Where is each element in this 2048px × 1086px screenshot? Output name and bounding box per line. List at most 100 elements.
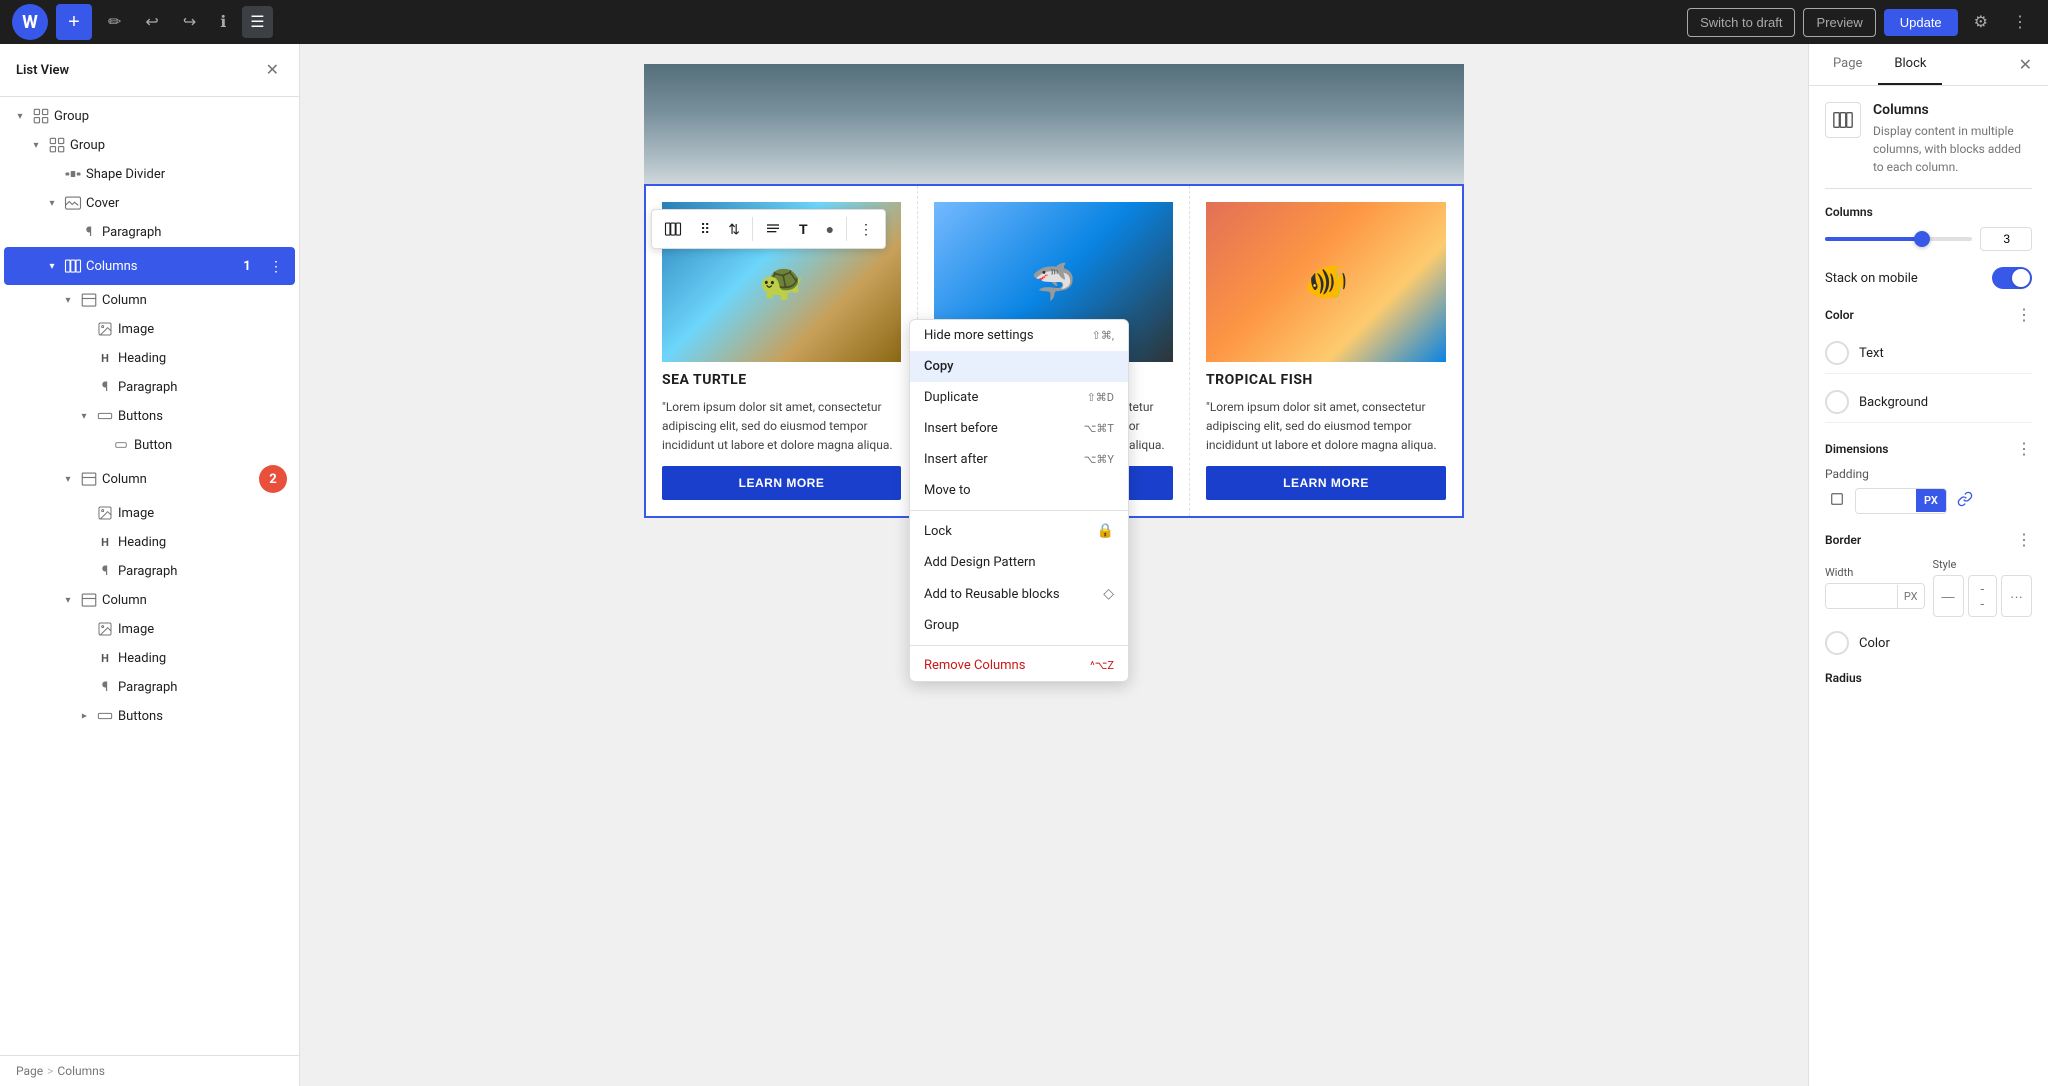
column-btn-3[interactable]: LEARN MORE — [1206, 466, 1446, 500]
chevron-icon[interactable]: ▾ — [60, 592, 76, 608]
column-text-3[interactable]: "Lorem ipsum dolor sit amet, consectetur… — [1206, 398, 1446, 456]
breadcrumb-page-link[interactable]: Page — [16, 1064, 43, 1078]
color-more-button[interactable]: ⋮ — [2016, 305, 2032, 325]
sidebar-item-buttons3[interactable]: ▾ Buttons — [4, 702, 295, 730]
switch-to-draft-button[interactable]: Switch to draft — [1687, 8, 1795, 37]
sidebar-item-image2[interactable]: ▾ Image — [4, 499, 295, 527]
chevron-icon[interactable]: ▾ — [60, 471, 76, 487]
sidebar-item-column1[interactable]: ▾ Column — [4, 286, 295, 314]
text-color-swatch[interactable] — [1825, 341, 1849, 365]
block-info: Columns Display content in multiple colu… — [1825, 102, 2032, 189]
ctx-remove-columns[interactable]: Remove Columns ^⌥Z — [910, 650, 1128, 681]
sidebar-item-column2[interactable]: ▾ Column 2 — [4, 460, 295, 498]
border-color-swatch[interactable] — [1825, 631, 1849, 655]
toolbar-columns-button[interactable] — [656, 214, 690, 244]
lock-icon: 🔒 — [1097, 523, 1114, 539]
sidebar-item-cover[interactable]: ▾ Cover — [4, 189, 295, 217]
toolbar-align-button[interactable] — [757, 215, 789, 243]
chevron-icon[interactable]: ▾ — [44, 258, 60, 274]
column-icon — [80, 470, 98, 488]
sidebar-item-shape-divider[interactable]: ▾ Shape Divider — [4, 160, 295, 188]
wp-logo[interactable]: W — [12, 4, 48, 40]
ctx-lock[interactable]: Lock 🔒 — [910, 515, 1128, 547]
toolbar-drag-handle[interactable]: ⠿ — [692, 215, 718, 244]
ctx-add-reusable[interactable]: Add to Reusable blocks ◇ — [910, 578, 1128, 610]
sidebar-item-label: Paragraph — [118, 380, 287, 395]
sidebar-item-label: Image — [118, 506, 287, 521]
info-button[interactable]: ℹ — [212, 6, 234, 38]
toolbar-more-button[interactable]: ⋮ — [851, 215, 881, 244]
tab-page[interactable]: Page — [1817, 44, 1878, 85]
add-button[interactable]: + — [56, 4, 92, 40]
border-style-dashed-button[interactable]: - - — [1968, 575, 1998, 617]
padding-input[interactable] — [1856, 489, 1916, 513]
sidebar-item-paragraph1[interactable]: ▾ ¶ Paragraph — [4, 373, 295, 401]
toolbar-dot-button[interactable]: ● — [818, 215, 842, 243]
columns-slider-track[interactable] — [1825, 237, 1972, 241]
ctx-copy[interactable]: Copy — [910, 351, 1128, 382]
chevron-icon[interactable]: ▾ — [60, 292, 76, 308]
column-text-1[interactable]: "Lorem ipsum dolor sit amet, consectetur… — [662, 398, 901, 456]
sidebar-item-group1[interactable]: ▾ Group — [4, 102, 295, 130]
column-heading-3[interactable]: TROPICAL FISH — [1206, 372, 1446, 388]
dimensions-more-button[interactable]: ⋮ — [2016, 439, 2032, 459]
sidebar-item-buttons1[interactable]: ▾ Buttons — [4, 402, 295, 430]
column-btn-1[interactable]: LEARN MORE — [662, 466, 901, 500]
edit-button[interactable]: ✏ — [100, 6, 129, 38]
columns-section: Columns — [1825, 205, 2032, 251]
sidebar-item-heading1[interactable]: ▾ H Heading — [4, 344, 295, 372]
text-color-label: Text — [1859, 346, 1884, 361]
border-more-button[interactable]: ⋮ — [2016, 530, 2032, 550]
ctx-hide-settings[interactable]: Hide more settings ⇧⌘, — [910, 320, 1128, 351]
border-width-input[interactable] — [1826, 584, 1897, 608]
ctx-label: Insert before — [924, 421, 1084, 436]
ctx-duplicate[interactable]: Duplicate ⇧⌘D — [910, 382, 1128, 413]
sidebar-item-paragraph-cover[interactable]: ▾ ¶ Paragraph — [4, 218, 295, 246]
columns-slider-thumb[interactable] — [1914, 231, 1930, 247]
sidebar-item-column3[interactable]: ▾ Column — [4, 586, 295, 614]
sidebar-item-image3[interactable]: ▾ Image — [4, 615, 295, 643]
sidebar-close-button[interactable]: ✕ — [262, 56, 283, 84]
chevron-icon[interactable]: ▾ — [28, 137, 44, 153]
stack-mobile-toggle[interactable] — [1992, 267, 2032, 289]
sidebar-item-columns[interactable]: ▾ Columns 1 ⋮ — [4, 247, 295, 285]
sidebar-item-paragraph2[interactable]: ▾ ¶ Paragraph — [4, 557, 295, 585]
padding-link2-button[interactable] — [1953, 487, 1977, 514]
ctx-move-to[interactable]: Move to — [910, 475, 1128, 506]
toolbar-text-button[interactable]: T — [791, 215, 816, 243]
chevron-icon[interactable]: ▾ — [76, 408, 92, 424]
settings-gear-button[interactable]: ⚙ — [1966, 6, 1996, 38]
list-view-button[interactable]: ☰ — [242, 6, 272, 38]
canvas-area[interactable]: ⠿ ⇅ T ● ⋮ 🐢 SEA TURTLE "Lorem ipsum dolo… — [300, 44, 1808, 1086]
chevron-icon[interactable]: ▾ — [12, 108, 28, 124]
border-style-dotted-button[interactable]: ··· — [2001, 575, 2032, 617]
panel-close-button[interactable]: ✕ — [2011, 44, 2040, 85]
ctx-insert-after[interactable]: Insert after ⌥⌘Y — [910, 444, 1128, 475]
toolbar-move-button[interactable]: ⇅ — [720, 215, 748, 244]
chevron-icon[interactable]: ▾ — [44, 195, 60, 211]
border-style-solid-button[interactable]: — — [1933, 575, 1964, 617]
border-section-title: Border ⋮ — [1825, 530, 2032, 550]
update-button[interactable]: Update — [1884, 9, 1958, 36]
preview-button[interactable]: Preview — [1803, 8, 1875, 37]
sidebar-item-image1[interactable]: ▾ Image — [4, 315, 295, 343]
sidebar-item-heading3[interactable]: ▾ H Heading — [4, 644, 295, 672]
sidebar-item-button1[interactable]: ▾ Button — [4, 431, 295, 459]
sidebar-item-paragraph3[interactable]: ▾ ¶ Paragraph — [4, 673, 295, 701]
columns-number-input[interactable] — [1980, 227, 2032, 251]
item-more-button[interactable]: ⋮ — [265, 256, 287, 277]
sidebar-item-heading2[interactable]: ▾ H Heading — [4, 528, 295, 556]
ctx-insert-before[interactable]: Insert before ⌥⌘T — [910, 413, 1128, 444]
padding-unit[interactable]: PX — [1916, 489, 1946, 512]
chevron-icon[interactable]: ▾ — [76, 708, 92, 724]
tab-block[interactable]: Block — [1878, 44, 1942, 85]
padding-link-button[interactable] — [1825, 487, 1849, 514]
ctx-group[interactable]: Group — [910, 610, 1128, 641]
sidebar-item-group2[interactable]: ▾ Group — [4, 131, 295, 159]
column-heading-1[interactable]: SEA TURTLE — [662, 372, 901, 388]
background-color-swatch[interactable] — [1825, 390, 1849, 414]
undo-button[interactable]: ↩ — [137, 6, 166, 38]
redo-button[interactable]: ↪ — [175, 6, 204, 38]
more-options-button[interactable]: ⋮ — [2004, 6, 2036, 38]
ctx-add-design-pattern[interactable]: Add Design Pattern — [910, 547, 1128, 578]
